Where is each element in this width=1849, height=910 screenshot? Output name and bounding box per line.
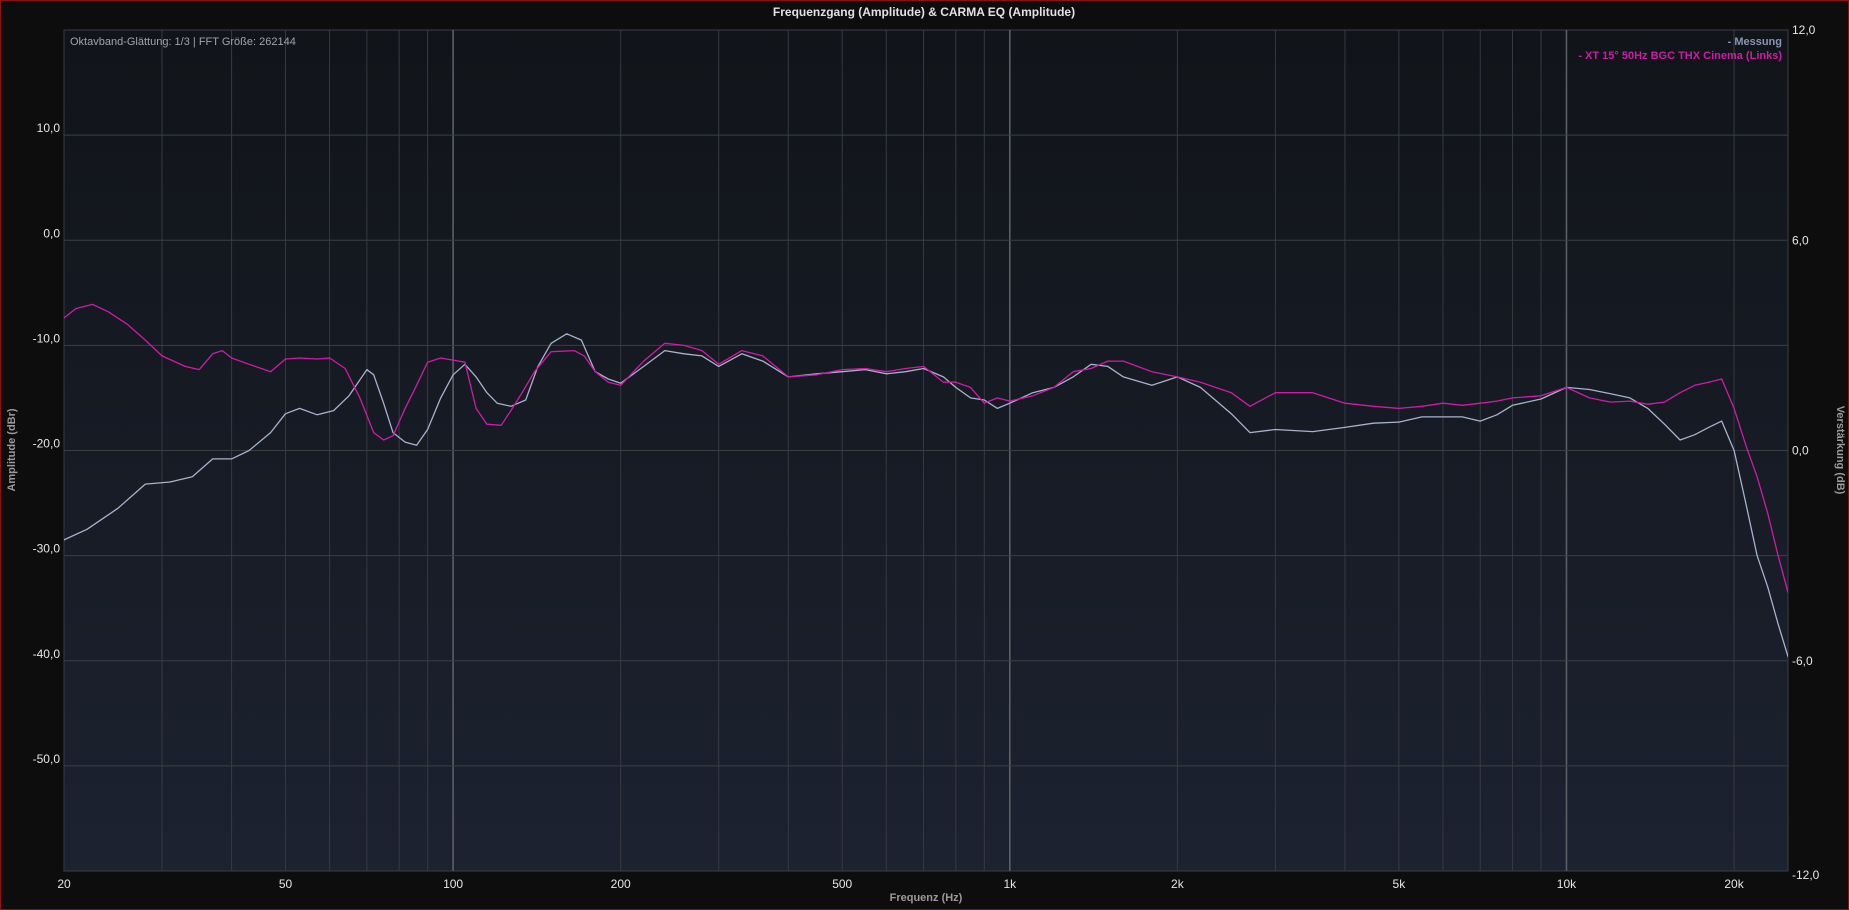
- y-tick-label: -50,0: [33, 752, 61, 766]
- y2-tick-label: -6,0: [1792, 654, 1813, 668]
- chart-title: Frequenzgang (Amplitude) & CARMA EQ (Amp…: [773, 5, 1075, 19]
- y2-tick-label: 12,0: [1792, 23, 1816, 37]
- x-tick-labels: 20 50 100 200 500 1k 2k 5k 10k 20k: [57, 877, 1744, 891]
- y-tick-label: -20,0: [33, 437, 61, 451]
- y-tick-labels: 10,0 0,0 -10,0 -20,0 -30,0 -40,0 -50,0: [33, 121, 61, 766]
- legend-entry-target[interactable]: - XT 15° 50Hz BGC THX Cinema (Links): [1578, 50, 1782, 62]
- y-tick-label: 10,0: [37, 121, 61, 135]
- y-axis-label: Amplitude (dBr): [6, 408, 18, 491]
- y-tick-label: -40,0: [33, 647, 61, 661]
- x-tick-label: 20k: [1724, 877, 1744, 891]
- y2-tick-label: 0,0: [1792, 444, 1809, 458]
- frequency-response-chart[interactable]: Frequenzgang (Amplitude) & CARMA EQ (Amp…: [1, 1, 1848, 909]
- y2-tick-label: 6,0: [1792, 233, 1809, 247]
- y-tick-label: 0,0: [43, 226, 60, 240]
- x-tick-label: 100: [443, 877, 463, 891]
- x-tick-label: 5k: [1393, 877, 1407, 891]
- chart-window: Frequenzgang (Amplitude) & CARMA EQ (Amp…: [0, 0, 1849, 910]
- y-tick-label: -30,0: [33, 542, 61, 556]
- y2-axis-label: Verstärkung (dB): [1834, 406, 1846, 495]
- y2-tick-label: -12,0: [1792, 868, 1820, 882]
- x-tick-label: 10k: [1557, 877, 1577, 891]
- x-tick-label: 50: [279, 877, 293, 891]
- smoothing-info: Oktavband-Glättung: 1/3 | FFT Größe: 262…: [70, 36, 296, 48]
- x-tick-label: 1k: [1003, 877, 1017, 891]
- x-axis-label: Frequenz (Hz): [890, 892, 963, 904]
- x-tick-label: 20: [57, 877, 71, 891]
- x-tick-label: 500: [832, 877, 852, 891]
- y2-tick-labels: 12,0 6,0 0,0 -6,0 -12,0: [1792, 23, 1820, 882]
- y-tick-label: -10,0: [33, 331, 61, 345]
- x-tick-label: 200: [611, 877, 631, 891]
- x-tick-label: 2k: [1171, 877, 1185, 891]
- legend-entry-messung[interactable]: - Messung: [1728, 36, 1782, 48]
